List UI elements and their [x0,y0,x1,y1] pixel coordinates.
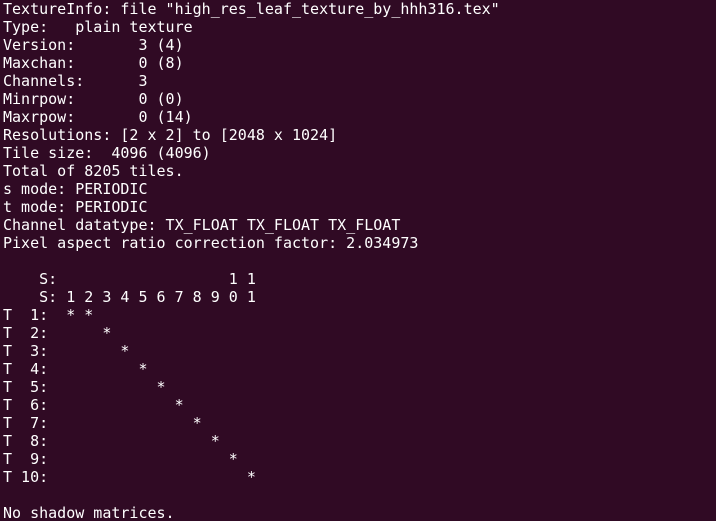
output-line-channels: Channels: 3 [3,72,148,90]
output-line-t-mode: t mode: PERIODIC [3,198,148,216]
output-line-minrpow: Minrpow: 0 (0) [3,90,184,108]
output-line-tile-size: Tile size: 4096 (4096) [3,144,211,162]
output-line-s-mode: s mode: PERIODIC [3,180,148,198]
output-line-shadow-matrices: No shadow matrices. [3,504,175,521]
output-line-blank [3,252,500,270]
terminal-window[interactable]: TextureInfo: file "high_res_leaf_texture… [0,0,716,521]
output-line-channel-datatype: Channel datatype: TX_FLOAT TX_FLOAT TX_F… [3,216,401,234]
tile-grid-row: T 6: * [3,396,184,414]
tile-grid-row: T 7: * [3,414,202,432]
tile-grid-row: T 5: * [3,378,166,396]
tile-grid-row: T 9: * [3,450,238,468]
tile-grid-row: T 2: * [3,324,112,342]
terminal-output: TextureInfo: file "high_res_leaf_texture… [3,0,500,521]
tile-grid-header-tens: S: 1 1 [3,270,256,288]
output-line-blank [3,486,500,504]
tile-grid-row: T 1: * * [3,306,94,324]
output-line-version: Version: 3 (4) [3,36,184,54]
tile-grid-row: T 10: * [3,468,256,486]
output-line-type: Type: plain texture [3,18,193,36]
output-line-maxrpow: Maxrpow: 0 (14) [3,108,193,126]
output-line-pixel-aspect: Pixel aspect ratio correction factor: 2.… [3,234,419,252]
tile-grid-header-ones: S: 1 2 3 4 5 6 7 8 9 0 1 [3,288,256,306]
output-line-texture-info: TextureInfo: file "high_res_leaf_texture… [3,0,500,18]
tile-grid-row: T 3: * [3,342,130,360]
output-line-maxchan: Maxchan: 0 (8) [3,54,184,72]
output-line-resolutions: Resolutions: [2 x 2] to [2048 x 1024] [3,126,338,144]
output-line-total-tiles: Total of 8205 tiles. [3,162,184,180]
tile-grid-row: T 8: * [3,432,220,450]
tile-grid-row: T 4: * [3,360,148,378]
